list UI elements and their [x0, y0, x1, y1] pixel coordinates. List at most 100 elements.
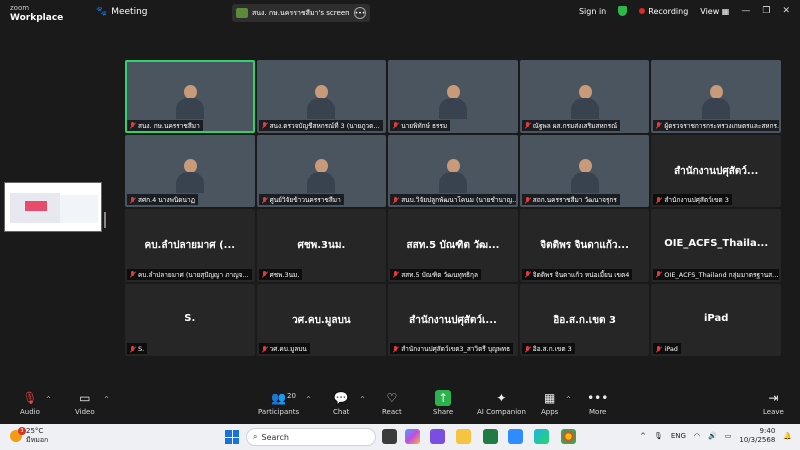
participant-tile[interactable]: สนง. กษ.นครราชสีมา — [125, 60, 255, 133]
audio-options-caret[interactable]: ^ — [46, 396, 51, 403]
participant-tile[interactable]: สนบ.วิจัยปลูกพัฒนาโคนม (นายชำนาญ... — [388, 134, 518, 207]
participant-tile[interactable]: ศูนย์วิจัยข้าวนครราชสีมา — [256, 134, 387, 207]
wifi-icon[interactable]: ◠ — [694, 432, 700, 440]
app-icon[interactable] — [430, 429, 445, 444]
panel-resize-handle[interactable] — [104, 212, 106, 228]
microphone-icon[interactable]: 🎙 — [654, 432, 663, 440]
share-button[interactable]: ↑ Share — [433, 390, 453, 416]
mic-muted-icon — [129, 122, 136, 129]
volume-icon[interactable]: 🔊 — [708, 432, 717, 440]
shared-screen-thumbnail[interactable] — [4, 182, 102, 232]
view-button[interactable]: View ▦ — [700, 7, 729, 16]
maximize-icon[interactable]: ❐ — [762, 6, 770, 16]
participant-name: สศก.4 นางพนิดนาฏ — [138, 196, 195, 204]
apps-button[interactable]: ▦ Apps — [541, 390, 558, 416]
mic-muted-icon — [655, 345, 662, 353]
recording-dot-icon — [639, 7, 646, 14]
security-shield-icon[interactable] — [618, 6, 628, 16]
tray-expand-icon[interactable]: ^ — [640, 432, 646, 440]
participant-tile[interactable]: จิตติพร จินดาแก้ว... จิตติพร จินดาแก้ว หน… — [519, 209, 650, 282]
meeting-menu[interactable]: 🐾 Meeting — [96, 7, 148, 17]
excel-icon[interactable] — [483, 429, 498, 444]
task-view-icon[interactable] — [382, 429, 397, 444]
participant-video — [175, 84, 204, 119]
mic-muted-icon — [129, 345, 136, 353]
taskbar-search[interactable]: ⌕ Search — [246, 428, 376, 446]
participant-display-name: OIE_ACFS_Thaila... — [664, 238, 769, 249]
participant-name-label: ณัฐพล ผส.กรมส่งเสริมสหกรณ์ — [521, 119, 621, 131]
ai-companion-button[interactable]: ✦ AI Companion — [477, 390, 526, 416]
copilot-icon[interactable] — [405, 429, 420, 444]
participants-options-caret[interactable]: ^ — [306, 396, 311, 403]
participant-name-label: สำนักงานปศุสัตว์เขต 3 — [653, 194, 732, 205]
participant-display-name: สำนักงานปศุสัตว์... — [674, 165, 759, 177]
battery-icon[interactable]: ▭ — [725, 432, 732, 440]
leave-button[interactable]: ⇥ Leave — [763, 390, 784, 416]
mic-muted-icon — [392, 196, 399, 204]
mic-muted-icon — [261, 122, 268, 129]
participant-tile[interactable]: สนง.ตรวจบัญชีสหกรณ์ที่ 3 (นายภูวด... — [256, 60, 387, 133]
mic-muted-icon — [524, 345, 531, 353]
participant-name-label: สถก.นครราชสีมา วัฒนาจรุกร — [521, 194, 620, 205]
share-screen-icon: ↑ — [435, 390, 452, 406]
recording-indicator[interactable]: Recording — [639, 7, 688, 16]
zoom-taskbar-icon[interactable] — [508, 429, 523, 444]
participant-tile[interactable]: สำนักงานปศุสัตว์เ... สำนักงานปศุสัตว์เขต3… — [388, 283, 518, 356]
chrome-icon[interactable] — [561, 429, 576, 444]
participant-name: S. — [138, 345, 145, 353]
participant-display-name: iPad — [703, 312, 729, 324]
windows-start-icon[interactable] — [225, 430, 239, 444]
file-explorer-icon[interactable] — [456, 429, 471, 444]
react-button[interactable]: ♡ React — [382, 390, 402, 416]
screen-share-indicator[interactable]: สนง. กษ.นครราชสีมา's screen ••• — [232, 4, 370, 22]
participant-video — [438, 84, 467, 119]
participant-tile[interactable]: อิอ.ส.ก.เขต 3 อิอ.ส.ก.เขต 3 — [519, 283, 650, 356]
edge-icon[interactable] — [534, 429, 549, 444]
participant-tile[interactable]: iPad iPad — [651, 283, 781, 356]
language-indicator[interactable]: ENG — [671, 432, 686, 440]
mic-muted-icon — [129, 271, 136, 278]
participant-name-label: ศชพ.3นม. — [258, 268, 303, 280]
participant-tile[interactable]: นายพิทักษ์ ธรรม — [388, 60, 518, 133]
participants-icon: 👥 — [271, 391, 287, 405]
minimize-icon[interactable]: — — [741, 6, 750, 16]
participant-tile[interactable]: สสท.5 บัณฑิต วัฒ... สสท.5 บัณฑิต วัฒนทุทธ… — [388, 209, 518, 282]
participant-name: คบ.ลำปลายมาศ (นายสุปัญญา ภาญจ... — [138, 270, 249, 279]
leave-icon: ⇥ — [768, 391, 779, 405]
participant-display-name: สำนักงานปศุสัตว์เ... — [409, 314, 497, 326]
participant-tile[interactable]: ณัฐพล ผส.กรมส่งเสริมสหกรณ์ — [519, 60, 650, 133]
system-tray: ^ 🎙 ENG ◠ 🔊 ▭ 9:40 10/3/2568 🔔 — [640, 427, 792, 445]
more-options-icon[interactable]: ••• — [354, 7, 366, 19]
participant-tile[interactable]: ผู้ตรวจราชการกระทรวงเกษตรและสหกร... — [651, 60, 781, 133]
participant-video — [702, 84, 731, 119]
close-icon[interactable]: ✕ — [782, 6, 790, 16]
participant-tile[interactable]: สศก.4 นางพนิดนาฏ — [125, 134, 255, 207]
more-button[interactable]: ••• More — [587, 390, 608, 416]
heart-icon: ♡ — [386, 391, 398, 405]
participant-tile[interactable]: วศ.คบ.มูลบน วศ.คบ.มูลบน — [256, 283, 387, 356]
title-bar: zoom Workplace 🐾 Meeting สนง. กษ.นครราชส… — [0, 0, 800, 26]
apps-icon: ▦ — [543, 391, 556, 405]
notification-icon[interactable]: 🔔 — [783, 432, 792, 440]
chat-button[interactable]: 💬 Chat — [333, 390, 349, 416]
participant-tile[interactable]: สถก.นครราชสีมา วัฒนาจรุกร — [519, 134, 650, 207]
chat-options-caret[interactable]: ^ — [360, 396, 365, 403]
participant-tile[interactable]: สำนักงานปศุสัตว์... สำนักงานปศุสัตว์เขต 3 — [651, 134, 781, 207]
audio-button[interactable]: 🎙 Audio — [20, 390, 40, 416]
participant-name: สำนักงานปศุสัตว์เขต 3 — [664, 196, 729, 204]
participant-tile[interactable]: คบ.ลำปลายมาศ (... คบ.ลำปลายมาศ (นายสุปัญญ… — [125, 209, 255, 282]
sign-in-link[interactable]: Sign in — [579, 7, 606, 16]
mic-muted-icon — [392, 271, 399, 278]
participant-tile[interactable]: ศชพ.3นม. ศชพ.3นม. — [256, 209, 387, 282]
participant-tile[interactable]: S. S. — [125, 283, 255, 356]
apps-options-caret[interactable]: ^ — [566, 396, 571, 403]
video-options-caret[interactable]: ^ — [104, 396, 109, 403]
participant-tile[interactable]: OIE_ACFS_Thaila... OIE_ACFS_Thailand กลุ่… — [651, 209, 781, 282]
weather-widget[interactable]: 3 25°C มีหมอก — [10, 427, 48, 445]
search-placeholder: Search — [261, 432, 289, 442]
video-button[interactable]: ▭ Video — [75, 390, 95, 416]
participant-video — [175, 159, 204, 193]
mic-muted-icon — [655, 271, 662, 278]
participant-name-label: S. — [127, 343, 148, 354]
clock[interactable]: 9:40 10/3/2568 — [739, 427, 775, 445]
